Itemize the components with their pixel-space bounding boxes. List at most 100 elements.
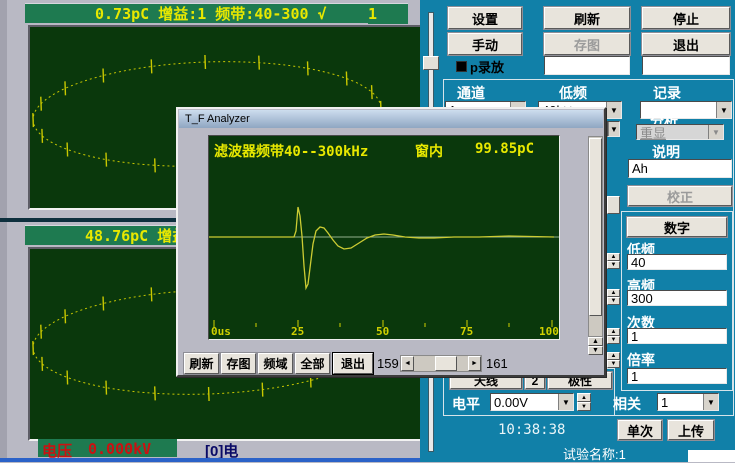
spin-down-button[interactable]: ▼	[607, 360, 620, 368]
x-tick-label-100: 100	[539, 325, 559, 338]
background-window-corner	[688, 450, 735, 462]
analysis-select-value: 重显	[637, 123, 708, 142]
chevron-down-icon[interactable]: ▼	[558, 394, 573, 410]
chevron-down-icon[interactable]: ▼	[608, 122, 619, 136]
tf-refresh-button[interactable]: 刷新	[184, 353, 219, 374]
correlation-label: 相关	[613, 394, 641, 414]
voltage-value: 0.000kV	[88, 440, 151, 458]
bottom-blue-strip	[0, 458, 420, 462]
tf-exit-label: 退出	[341, 355, 365, 372]
record-label: 记录	[653, 83, 681, 103]
tf-all-button[interactable]: 全部	[295, 353, 330, 374]
spin-down-button[interactable]: ▼	[607, 336, 620, 344]
scope-top-channel-num: 1	[368, 5, 377, 23]
scroll-right-icon[interactable]: ►	[468, 356, 481, 371]
spin-button[interactable]	[607, 196, 620, 214]
count-field[interactable]: 1	[627, 328, 727, 344]
tf-analyzer-titlebar[interactable]: T_F Analyzer	[179, 110, 603, 128]
single-shot-button[interactable]: 单次	[618, 420, 662, 440]
count-value: 1	[631, 329, 638, 344]
spin-down-button[interactable]: ▼	[577, 402, 591, 411]
digital-highfreq-field[interactable]: 300	[627, 290, 727, 306]
single-shot-label: 单次	[627, 421, 653, 440]
correlation-select-value: 1	[658, 395, 703, 410]
description-field[interactable]: Ah	[628, 159, 732, 178]
settings-button[interactable]: 设置	[448, 7, 522, 29]
manual-button-label: 手动	[472, 35, 498, 54]
spin-up-button[interactable]: ▲	[607, 253, 620, 261]
description-field-value: Ah	[632, 161, 648, 176]
stop-button-label: 停止	[673, 9, 699, 28]
spin-up-button[interactable]: ▲	[607, 328, 620, 336]
spin-up-button[interactable]: ▲	[607, 289, 620, 297]
chevron-down-icon[interactable]: ▼	[606, 102, 621, 118]
chevron-down-icon[interactable]: ▼	[703, 394, 718, 410]
window-left-edge	[0, 0, 7, 218]
exit-button[interactable]: 退出	[642, 33, 730, 55]
tf-plot: 滤波器频带40--300kHz 窗内 99.85pC 0us 25 50 75 …	[208, 135, 560, 340]
tf-vscrollbar-thumb[interactable]	[589, 138, 602, 316]
level-stepper[interactable]: ▲ ▼	[577, 393, 591, 411]
tf-exit-button[interactable]: 退出	[333, 353, 373, 374]
clock: 10:38:38	[498, 422, 565, 438]
x-tick-label-50: 50	[376, 325, 389, 338]
chevron-down-icon[interactable]: ▼	[708, 125, 723, 139]
save-image-button[interactable]: 存图	[544, 33, 630, 55]
lowfreq-label: 低频	[559, 83, 587, 103]
scope-top-channel-badge: 1	[368, 3, 408, 24]
tf-all-label: 全部	[300, 355, 324, 372]
voltage-readout: 电压 0.000kV	[38, 439, 177, 457]
x-tick-label-75: 75	[460, 325, 473, 338]
save-image-button-label: 存图	[574, 35, 600, 54]
level-select-value: 0.00V	[491, 395, 558, 410]
tf-hscrollbar[interactable]: ◄ ►	[400, 355, 482, 372]
scroll-left-icon[interactable]: ◄	[401, 356, 414, 371]
spin-down-button[interactable]: ▼	[607, 297, 620, 305]
tf-analyzer-title: T_F Analyzer	[185, 113, 250, 125]
tf-save-label: 存图	[226, 355, 250, 372]
tf-save-button[interactable]: 存图	[221, 353, 256, 374]
blank-field-1[interactable]	[544, 56, 630, 75]
tf-freqdomain-button[interactable]: 频域	[258, 353, 293, 374]
spin-up-button[interactable]: ▲	[577, 393, 591, 402]
test-name: 试验名称:1	[563, 444, 626, 463]
tf-analyzer-window[interactable]: T_F Analyzer 滤波器频带40--300kHz 窗内 99.85pC …	[176, 107, 606, 377]
calibrate-button-label: 校正	[667, 187, 693, 206]
scope-top-header: 0.73pC 增益:1 频带:40-300 √	[25, 3, 368, 23]
tf-waveform	[209, 136, 559, 339]
stop-button[interactable]: 停止	[642, 7, 730, 29]
settings-button-label: 设置	[472, 9, 498, 28]
calibrate-button[interactable]: 校正	[628, 186, 732, 206]
chevron-down-icon[interactable]: ▼	[716, 102, 731, 118]
digital-lowfreq-field[interactable]: 40	[627, 254, 727, 270]
x-tick-label-25: 25	[291, 325, 304, 338]
record-checkbox[interactable]	[456, 61, 467, 72]
level-select[interactable]: 0.00V ▼	[490, 393, 574, 411]
tf-hscrollbar-thumb[interactable]	[435, 356, 457, 371]
spin-down-button[interactable]: ▼	[607, 261, 620, 269]
channel-label: 通道	[457, 83, 485, 103]
gain-slider-thumb[interactable]	[423, 56, 439, 70]
tf-range-end: 161	[486, 356, 508, 371]
digital-button[interactable]: 数字	[627, 217, 727, 237]
multiplier-value: 1	[631, 369, 638, 384]
hidden-combo-sliver[interactable]: ▼	[607, 121, 620, 137]
digital-highfreq-value: 300	[631, 291, 653, 306]
refresh-button[interactable]: 刷新	[544, 7, 630, 29]
multiplier-field[interactable]: 1	[627, 368, 727, 384]
blank-field-2[interactable]	[642, 56, 730, 75]
window-left-edge-2	[0, 222, 7, 458]
scroll-down-icon[interactable]: ▼	[588, 346, 603, 355]
upload-button[interactable]: 上传	[668, 420, 714, 440]
tf-freqdomain-label: 频域	[263, 355, 287, 372]
exit-button-label: 退出	[673, 35, 699, 54]
scroll-up-icon[interactable]: ▲	[588, 337, 603, 346]
level-label: 电平	[452, 394, 480, 414]
tf-vscrollbar[interactable]	[588, 136, 603, 337]
refresh-button-label: 刷新	[574, 9, 600, 28]
manual-button[interactable]: 手动	[448, 33, 522, 55]
spin-up-button[interactable]: ▲	[607, 352, 620, 360]
correlation-select[interactable]: 1 ▼	[657, 393, 719, 411]
pd-test-app: { "displays": { "top": {"header": "0.73p…	[0, 0, 735, 462]
analysis-select[interactable]: 重显 ▼	[636, 124, 724, 140]
